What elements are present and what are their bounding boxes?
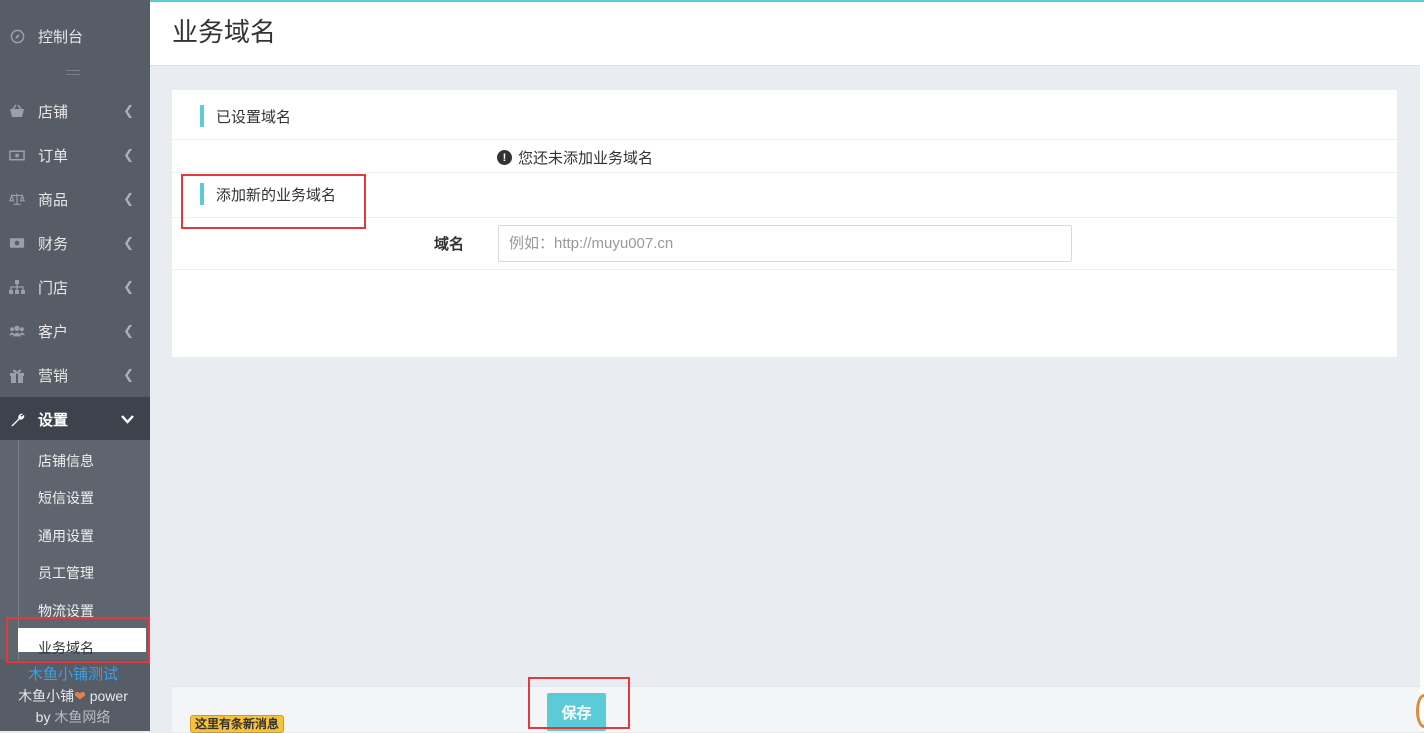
action-bar — [172, 686, 1420, 732]
highlight-box-save — [528, 677, 630, 729]
submenu-item-staff-management[interactable]: 员工管理 — [38, 563, 94, 583]
chevron-left-icon: ❮ — [123, 235, 134, 250]
submenu-item-sms-settings[interactable]: 短信设置 — [38, 488, 94, 508]
chevron-left-icon: ❮ — [123, 147, 134, 162]
chevron-left-icon: ❮ — [123, 191, 134, 206]
compass-icon — [9, 28, 25, 44]
sidebar-item-label: 设置 — [38, 411, 69, 429]
by-text: by — [35, 709, 51, 725]
new-message-badge[interactable]: 这里有条新消息 — [190, 715, 285, 733]
sidebar-collapse-handle[interactable] — [66, 70, 80, 75]
sidebar-item-console[interactable]: 控制台 — [0, 18, 150, 54]
brand-name: 木鱼小铺 — [18, 688, 75, 704]
sidebar-item-label: 客户 — [38, 323, 69, 341]
chevron-left-icon: ❮ — [123, 279, 134, 294]
empty-notice: ! 您还未添加业务域名 — [497, 147, 653, 168]
divider — [172, 269, 1397, 270]
sidebar-item-orders[interactable]: 订单 ❮ — [0, 133, 150, 177]
right-scroll-area[interactable] — [1420, 2, 1424, 731]
basket-icon — [9, 103, 25, 119]
submenu-item-general-settings[interactable]: 通用设置 — [38, 526, 94, 546]
domain-input[interactable] — [498, 225, 1072, 262]
sidebar-item-finance[interactable]: 财务 ❮ — [0, 221, 150, 265]
users-icon — [9, 323, 25, 339]
power-text: power — [89, 688, 128, 704]
highlight-box-add-domain — [181, 174, 366, 229]
sidebar-item-marketing[interactable]: 营销 ❮ — [0, 353, 150, 397]
gift-icon — [9, 367, 25, 383]
company-name: 木鱼网络 — [54, 709, 111, 725]
company-line: by 木鱼网络 — [0, 707, 146, 727]
divider — [172, 172, 1397, 173]
section-accent-bar — [200, 105, 204, 127]
sidebar-item-customers[interactable]: 客户 ❮ — [0, 309, 150, 353]
chevron-left-icon: ❮ — [123, 103, 134, 118]
chevron-down-icon — [121, 412, 134, 427]
sidebar-item-label: 财务 — [38, 235, 69, 253]
sidebar-item-label: 店铺 — [38, 103, 69, 121]
domain-field-label: 域名 — [434, 236, 465, 253]
heart-icon: ❤ — [74, 688, 86, 704]
sidebar-item-label: 营销 — [38, 367, 69, 385]
powered-by-line: 木鱼小铺❤ power — [0, 686, 146, 706]
sidebar-item-products[interactable]: 商品 ❮ — [0, 177, 150, 221]
highlight-box-submenu — [6, 617, 150, 663]
divider — [172, 139, 1397, 140]
shop-name-link[interactable]: 木鱼小铺测试 — [0, 663, 146, 684]
page-title: 业务域名 — [172, 17, 277, 47]
sidebar-item-label: 控制台 — [38, 28, 84, 46]
sidebar-item-store[interactable]: 店铺 ❮ — [0, 89, 150, 133]
wrench-icon — [9, 411, 25, 427]
sidebar-item-label: 商品 — [38, 191, 69, 209]
page-header: 业务域名 — [150, 2, 1420, 66]
submenu-item-store-info[interactable]: 店铺信息 — [38, 451, 94, 471]
sidebar-item-label: 订单 — [38, 147, 69, 165]
notice-text: 您还未添加业务域名 — [518, 150, 654, 167]
section-title: 已设置域名 — [216, 108, 292, 126]
chevron-left-icon: ❮ — [123, 367, 134, 382]
sidebar-item-label: 门店 — [38, 279, 69, 297]
chevron-left-icon: ❮ — [123, 323, 134, 338]
sidebar-item-settings[interactable]: 设置 — [0, 397, 150, 441]
cash-icon — [9, 235, 25, 251]
sitemap-icon — [9, 279, 25, 295]
sidebar-item-stores-branch[interactable]: 门店 ❮ — [0, 265, 150, 309]
scale-icon — [9, 191, 25, 207]
money-icon — [9, 147, 25, 163]
exclamation-icon: ! — [497, 150, 512, 165]
section-configured-domains: 已设置域名 — [200, 104, 291, 128]
